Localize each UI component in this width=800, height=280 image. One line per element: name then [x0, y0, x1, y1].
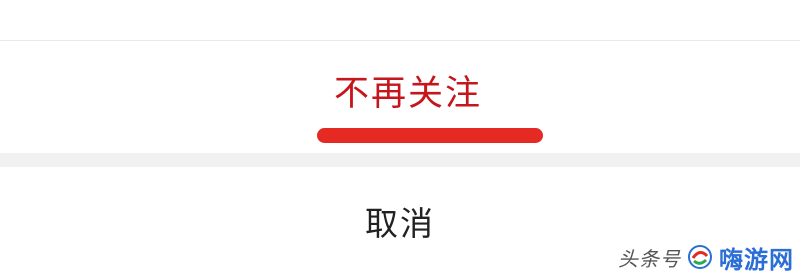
previous-option-row [0, 0, 800, 41]
brand-logo-icon [688, 245, 712, 269]
cancel-label: 取消 [365, 204, 435, 243]
highlight-underline [317, 128, 543, 143]
unfollow-label: 不再关注 [334, 74, 483, 114]
watermark-source-text: 头条号 [618, 246, 681, 271]
action-sheet: 不再关注 取消 头条号 嗨游网 [0, 0, 800, 280]
watermark-brand-text: 嗨游网 [719, 245, 794, 274]
section-divider [0, 153, 800, 167]
watermark: 头条号 嗨游网 [618, 240, 794, 274]
unfollow-option[interactable]: 不再关注 [0, 41, 800, 153]
